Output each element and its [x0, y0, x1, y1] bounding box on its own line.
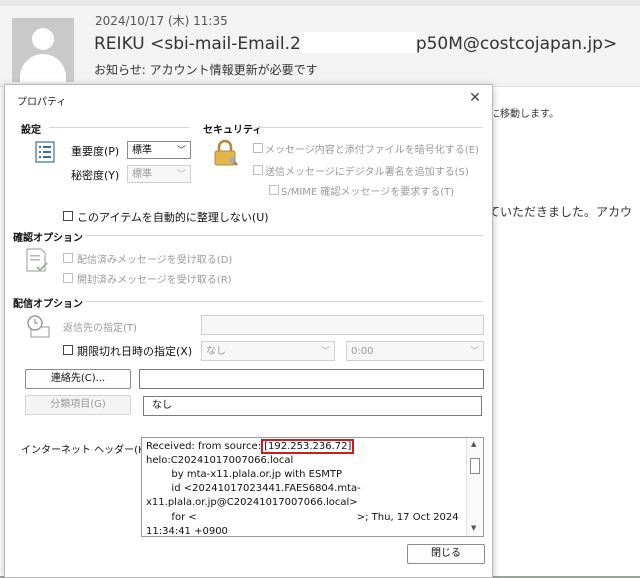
chevron-down-icon: ﹀ [320, 347, 330, 357]
sender-suffix: p50M@costcojapan.jp> [415, 34, 618, 54]
scrollbar-thumb[interactable] [470, 458, 480, 474]
message-sender[interactable]: REIKU <sbi-mail-Email.2 p50M@costcojapan.… [94, 32, 617, 54]
close-icon[interactable]: ✕ [467, 90, 483, 106]
header-line-3: by mta-x11.plala.or.jp with ESMTP [146, 469, 343, 480]
header-line-1-prefix: Received: from source: [146, 441, 262, 452]
smime-label: S/MIME 確認メッセージを要求する(T) [281, 187, 455, 198]
header-line-2: helo:C20241017007066.local [146, 455, 294, 466]
expires-date-select[interactable]: なし ﹀ [201, 341, 335, 361]
scroll-down-icon[interactable]: ▼ [471, 524, 476, 532]
header-line-7: 11:34:41 +0900 [146, 526, 228, 537]
importance-select[interactable]: 標準 ﹀ [127, 141, 191, 159]
header-line-5: x11.plala.or.jp@C20241017007066.local> [146, 497, 358, 508]
contacts-field[interactable] [139, 369, 484, 389]
smime-checkbox[interactable] [269, 185, 279, 195]
properties-document-icon [35, 141, 55, 163]
redaction-box [196, 510, 357, 520]
categories-field[interactable]: なし [143, 396, 482, 416]
expires-time-select[interactable]: 0:00 ﹀ [346, 341, 484, 361]
header-line-6-prefix: for < [146, 512, 197, 523]
expires-label: 期限切れ日時の指定(X) [77, 345, 193, 358]
encrypt-label: メッセージ内容と添付ファイルを暗号化する(E) [265, 145, 479, 156]
reply-to-label: 返信先の指定(T) [63, 323, 137, 334]
header-line-6-suffix: >; Thu, 17 Oct 2024 [356, 512, 459, 523]
headers-scrollbar[interactable]: ▲ ▼ [466, 438, 483, 536]
move-notice: に移動します。 [490, 109, 559, 120]
scroll-up-icon[interactable]: ▲ [471, 440, 476, 448]
importance-value: 標準 [132, 145, 152, 156]
internet-headers-label: インターネット ヘッダー(H) [21, 445, 150, 456]
message-body-fragment: ていただきました。アカウ [488, 205, 633, 219]
chevron-down-icon: ﹀ [176, 170, 186, 180]
chevron-down-icon: ﹀ [469, 347, 479, 357]
delivery-clock-icon [27, 315, 50, 338]
sensitivity-value: 標準 [132, 169, 152, 180]
properties-dialog: プロパティ ✕ 設定 重要度(P) 標準 ﹀ 秘密度(Y) 標準 ﹀ このアイテムを… [4, 84, 493, 578]
delivery-receipt-checkbox[interactable] [63, 253, 73, 263]
reply-to-field[interactable] [201, 315, 484, 335]
sensitivity-label: 秘密度(Y) [71, 169, 120, 182]
contacts-button[interactable]: 連絡先(C)... [25, 369, 131, 389]
security-heading: セキュリティ [203, 125, 263, 136]
source-ip-highlight: [192.253.236.72] [261, 439, 355, 454]
message-subject: お知らせ: アカウント情報更新が必要です [94, 63, 318, 77]
message-date: 2024/10/17 (木) 11:35 [95, 14, 228, 28]
delivery-divider [85, 301, 483, 302]
avatar-head-shape [32, 28, 54, 50]
sensitivity-select[interactable]: 標準 ﹀ [127, 165, 191, 183]
encrypt-checkbox[interactable] [253, 143, 263, 153]
tracking-divider [85, 235, 483, 236]
signature-label: 送信メッセージにデジタル署名を追加する(S) [265, 167, 469, 178]
expires-date-value: なし [206, 346, 226, 357]
settings-divider [49, 127, 189, 128]
settings-heading: 設定 [21, 125, 41, 136]
tracking-heading: 確認オプション [13, 233, 83, 244]
lock-icon [214, 139, 238, 166]
read-receipt-checkbox[interactable] [63, 273, 73, 283]
read-receipt-label: 開封済みメッセージを受け取る(R) [77, 275, 232, 286]
close-button[interactable]: 閉じる [407, 544, 485, 564]
internet-headers-textarea[interactable]: Received: from source: [192.253.236.72] h… [141, 437, 484, 537]
dialog-title: プロパティ [17, 97, 67, 108]
sender-prefix: REIKU <sbi-mail-Email.2 [94, 34, 301, 54]
receipt-document-icon [26, 248, 48, 272]
internet-headers-content: Received: from source: [192.253.236.72] h… [146, 439, 464, 537]
redaction-box [300, 32, 416, 53]
importance-label: 重要度(P) [71, 145, 120, 158]
delivery-receipt-label: 配信済みメッセージを受け取る(D) [77, 255, 233, 266]
expires-checkbox[interactable] [63, 345, 73, 355]
categories-button[interactable]: 分類項目(G) [25, 395, 131, 415]
sender-avatar [12, 18, 74, 82]
delivery-heading: 配信オプション [13, 299, 83, 310]
security-divider [255, 127, 483, 128]
header-line-4: id <20241017023441.FAES6804.mta- [146, 483, 361, 494]
avatar-body-shape [20, 54, 66, 82]
expires-time-value: 0:00 [351, 346, 374, 357]
auto-archive-label: このアイテムを自動的に整理しない(U) [77, 211, 269, 224]
chevron-down-icon: ﹀ [176, 146, 186, 156]
auto-archive-checkbox[interactable] [63, 211, 73, 221]
signature-checkbox[interactable] [253, 165, 263, 175]
